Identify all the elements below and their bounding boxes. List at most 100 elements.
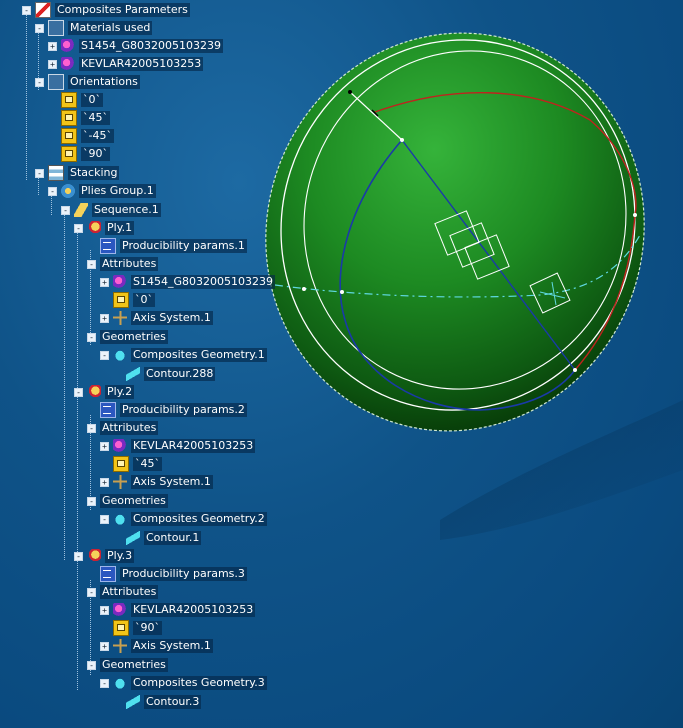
node-geometry-3[interactable]: - Composites Geometry.3 [100,675,267,691]
tree-connector [77,233,78,392]
node-composites-parameters[interactable]: - Composites Parameters [22,2,190,18]
tree-node-label: `0` [81,93,103,107]
expand-toggle-icon[interactable]: + [100,313,109,323]
material-icon [113,439,127,453]
tree-node-label: Geometries [100,494,168,508]
stacking-icon [48,165,64,181]
tree-node-label: Axis System.1 [131,475,213,489]
collapse-toggle-icon[interactable]: - [100,678,109,688]
expand-toggle-icon[interactable]: + [100,277,109,287]
node-geometry-2[interactable]: - Composites Geometry.2 [100,511,267,527]
tree-node-label: Composites Geometry.1 [131,348,267,362]
tree-node-label: Geometries [100,330,168,344]
expand-toggle-icon[interactable]: + [100,477,109,487]
node-ply3-orientation[interactable]: `90` [100,620,162,636]
collapse-toggle-icon[interactable]: - [61,205,70,215]
node-ply1-orientation[interactable]: `0` [100,292,155,308]
node-orientation-0[interactable]: `0` [48,92,103,108]
collapse-toggle-icon[interactable]: - [87,496,96,506]
node-producibility-1[interactable]: Producibility params.1 [87,238,247,254]
node-sequence[interactable]: - Sequence.1 [61,202,161,218]
node-stacking[interactable]: - Stacking [35,165,120,181]
node-contour-288[interactable]: Contour.288 [113,366,216,382]
node-attributes-2[interactable]: - Attributes [87,420,159,436]
collapse-toggle-icon[interactable]: - [35,23,44,33]
node-ply-2[interactable]: - Ply.2 [74,384,135,400]
orientation-icon [113,292,129,308]
producibility-icon [100,238,116,254]
node-orientation-minus45[interactable]: `-45` [48,128,114,144]
node-attributes-3[interactable]: - Attributes [87,584,159,600]
collapse-toggle-icon[interactable]: - [22,5,31,15]
collapse-toggle-icon[interactable]: - [87,587,96,597]
specification-tree: - Composites Parameters - Materials used + S1… [0,0,683,728]
collapse-toggle-icon[interactable]: - [100,514,109,524]
tree-node-label: Sequence.1 [92,203,161,217]
node-contour-3[interactable]: Contour.3 [113,694,202,710]
orientation-icon [61,146,77,162]
collapse-toggle-icon[interactable]: - [100,350,109,360]
tree-node-label: Plies Group.1 [79,184,156,198]
node-plies-group[interactable]: - Plies Group.1 [48,183,156,199]
folder-icon [48,20,64,36]
node-ply3-axis[interactable]: + Axis System.1 [100,638,213,654]
node-material-s1454[interactable]: + S1454_G8032005103239 [48,38,223,54]
node-orientation-90[interactable]: `90` [48,146,110,162]
node-ply-3[interactable]: - Ply.3 [74,548,135,564]
tree-node-label: Contour.288 [144,367,216,381]
node-geometries-3[interactable]: - Geometries [87,657,168,673]
collapse-toggle-icon[interactable]: - [74,223,83,233]
tree-node-label: Attributes [100,585,159,599]
geometry-icon [113,676,127,690]
contour-icon [126,367,140,381]
node-geometries-2[interactable]: - Geometries [87,493,168,509]
collapse-toggle-icon[interactable]: - [74,551,83,561]
tree-node-label: Contour.1 [144,531,202,545]
tree-connector [26,8,27,180]
axis-system-icon [113,475,127,489]
expand-toggle-icon[interactable]: + [100,441,109,451]
folder-icon [48,74,64,90]
node-attributes-1[interactable]: - Attributes [87,256,159,272]
collapse-toggle-icon[interactable]: - [87,660,96,670]
tree-node-label: Ply.1 [105,221,135,235]
collapse-toggle-icon[interactable]: - [87,423,96,433]
collapse-toggle-icon[interactable]: - [35,168,44,178]
node-ply2-material[interactable]: + KEVLAR42005103253 [100,438,256,454]
node-orientations[interactable]: - Orientations [35,74,140,90]
material-icon [61,57,75,71]
collapse-toggle-icon[interactable]: - [48,186,57,196]
node-contour-1[interactable]: Contour.1 [113,530,202,546]
axis-system-icon [113,639,127,653]
collapse-toggle-icon[interactable]: - [87,259,96,269]
node-ply2-axis[interactable]: + Axis System.1 [100,474,213,490]
tree-node-label: Attributes [100,421,159,435]
collapse-toggle-icon[interactable]: - [87,332,96,342]
node-orientation-45[interactable]: `45` [48,110,110,126]
node-material-kevlar[interactable]: + KEVLAR42005103253 [48,56,204,72]
node-ply3-material[interactable]: + KEVLAR42005103253 [100,602,256,618]
expand-toggle-icon[interactable]: + [100,641,109,651]
collapse-toggle-icon[interactable]: - [35,77,44,87]
material-icon [113,603,127,617]
tree-node-label: Producibility params.1 [120,239,247,253]
producibility-icon [100,566,116,582]
collapse-toggle-icon[interactable]: - [74,387,83,397]
expand-toggle-icon[interactable]: + [100,605,109,615]
node-materials-used[interactable]: - Materials used [35,20,153,36]
node-geometry-1[interactable]: - Composites Geometry.1 [100,347,267,363]
expand-toggle-icon[interactable]: + [48,59,57,69]
node-ply-1[interactable]: - Ply.1 [74,220,135,236]
tree-node-label: `90` [133,621,162,635]
node-ply1-material[interactable]: + S1454_G8032005103239 [100,274,275,290]
producibility-icon [100,402,116,418]
tree-node-label: Axis System.1 [131,639,213,653]
node-producibility-3[interactable]: Producibility params.3 [87,566,247,582]
node-ply2-orientation[interactable]: `45` [100,456,162,472]
node-geometries-1[interactable]: - Geometries [87,329,168,345]
geometry-icon [113,348,127,362]
contour-icon [126,695,140,709]
expand-toggle-icon[interactable]: + [48,41,57,51]
node-ply1-axis[interactable]: + Axis System.1 [100,310,213,326]
node-producibility-2[interactable]: Producibility params.2 [87,402,247,418]
